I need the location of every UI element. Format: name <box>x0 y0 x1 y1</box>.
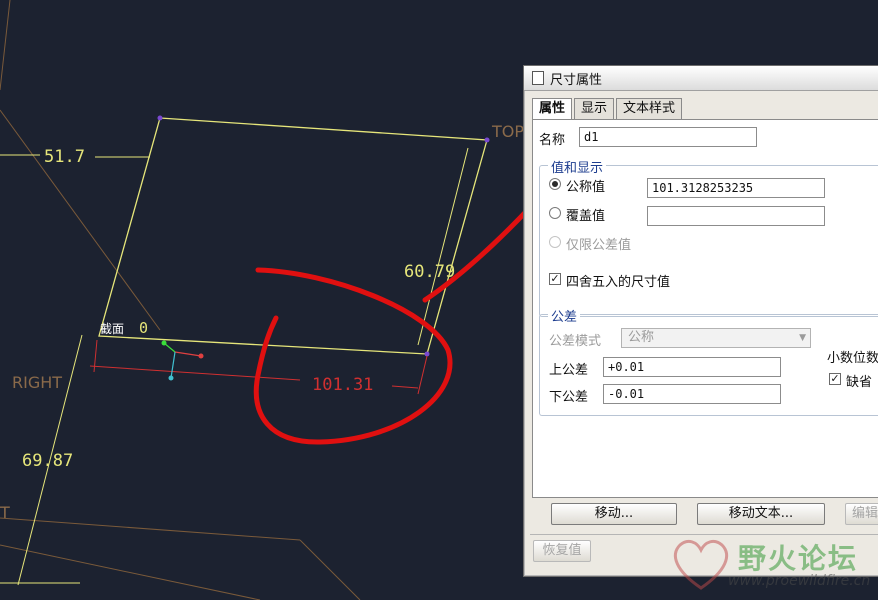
nominal-label: 公称值 <box>566 180 606 195</box>
dimension-text[interactable]: 69.87 <box>22 451 73 471</box>
datum-plane-label[interactable]: T <box>0 503 10 522</box>
datum-plane-line <box>0 109 161 331</box>
dimension-text[interactable]: 60.79 <box>404 262 455 282</box>
nominal-value-field[interactable]: 101.3128253235 <box>647 178 825 198</box>
move-text-button[interactable]: 移动文本... <box>697 503 825 525</box>
datum-plane-label[interactable]: TOP <box>491 122 524 141</box>
dimension-properties-dialog[interactable]: 尺寸属性 属性 显示 文本样式 名称 d1 值和显示 公称值 101.31282… <box>523 65 878 577</box>
datum-plane-line <box>299 539 361 600</box>
tab-display[interactable]: 显示 <box>574 98 615 119</box>
watermark-title: 野火论坛 <box>738 542 859 575</box>
restore-button[interactable]: 恢复值 <box>533 540 591 562</box>
override-label: 覆盖值 <box>566 209 606 224</box>
name-field[interactable]: d1 <box>579 127 757 147</box>
section-label: 截面 <box>100 322 124 336</box>
tolerance-mode-label: 公差模式 <box>549 334 602 349</box>
vertex-point[interactable] <box>157 115 163 121</box>
vertex-point[interactable] <box>484 137 490 143</box>
value-group-title: 值和显示 <box>548 157 607 176</box>
axis-origin <box>168 375 174 381</box>
vertex-point[interactable] <box>424 351 430 357</box>
axis-line <box>174 351 202 357</box>
section-number: 0 <box>139 319 148 337</box>
decimals-label: 小数位数 <box>827 351 878 366</box>
round-checkbox[interactable]: ✓ <box>549 273 561 285</box>
lower-tolerance-label: 下公差 <box>549 390 589 405</box>
override-radio[interactable] <box>549 207 561 219</box>
name-label: 名称 <box>539 133 566 148</box>
datum-plane-line <box>0 0 11 91</box>
dimension-line <box>417 147 469 346</box>
edit-button[interactable]: 编辑 <box>845 503 878 525</box>
dimension-text-selected[interactable]: 101.31 <box>312 375 373 395</box>
tab-properties[interactable]: 属性 <box>532 98 573 121</box>
dimension-line-red <box>391 385 419 389</box>
axis-origin <box>198 353 204 359</box>
extension-line-red <box>93 339 98 373</box>
upper-tolerance-field[interactable]: +0.01 <box>603 357 781 377</box>
default-checkbox[interactable]: ✓ <box>829 373 841 385</box>
watermark-logo: 野火论坛 www.proewildfire.cn <box>666 533 878 595</box>
datum-plane-line <box>0 517 301 541</box>
axis-line <box>170 351 176 379</box>
move-button[interactable]: 移动... <box>551 503 677 525</box>
tab-bar: 属性 显示 文本样式 <box>532 98 684 121</box>
upper-tolerance-label: 上公差 <box>549 363 589 378</box>
nominal-radio[interactable] <box>549 178 561 190</box>
tolerance-only-radio[interactable] <box>549 236 561 248</box>
datum-plane-line <box>0 544 261 600</box>
watermark-url: www.proewildfire.cn <box>728 573 871 589</box>
dimension-line-red <box>89 365 301 381</box>
tab-text-style[interactable]: 文本样式 <box>616 98 683 119</box>
datum-plane-label[interactable]: RIGHT <box>12 373 62 392</box>
tab-panel: 名称 d1 值和显示 公称值 101.3128253235 覆盖值 仅限公差值 … <box>532 119 878 498</box>
override-value-field[interactable] <box>647 206 825 226</box>
default-label: 缺省 <box>846 375 873 390</box>
round-label: 四舍五入的尺寸值 <box>566 275 671 290</box>
sketch-rectangle[interactable] <box>98 117 488 355</box>
tolerance-mode-select[interactable]: 公称 ▼ <box>621 328 811 348</box>
extension-line-red <box>417 355 428 395</box>
window-icon <box>532 71 544 85</box>
chevron-down-icon: ▼ <box>799 333 806 343</box>
annotation-circle-stroke <box>253 267 453 445</box>
dimension-text[interactable]: 51.7 <box>44 147 85 167</box>
axis-origin <box>161 340 167 346</box>
tolerance-only-label: 仅限公差值 <box>566 238 632 253</box>
lower-tolerance-field[interactable]: -0.01 <box>603 384 781 404</box>
tolerance-group-title: 公差 <box>548 306 581 325</box>
tolerance-mode-value: 公称 <box>628 330 655 345</box>
dialog-title: 尺寸属性 <box>550 72 603 88</box>
dialog-title-bar[interactable]: 尺寸属性 <box>524 66 878 91</box>
heart-logo-icon <box>674 539 728 590</box>
